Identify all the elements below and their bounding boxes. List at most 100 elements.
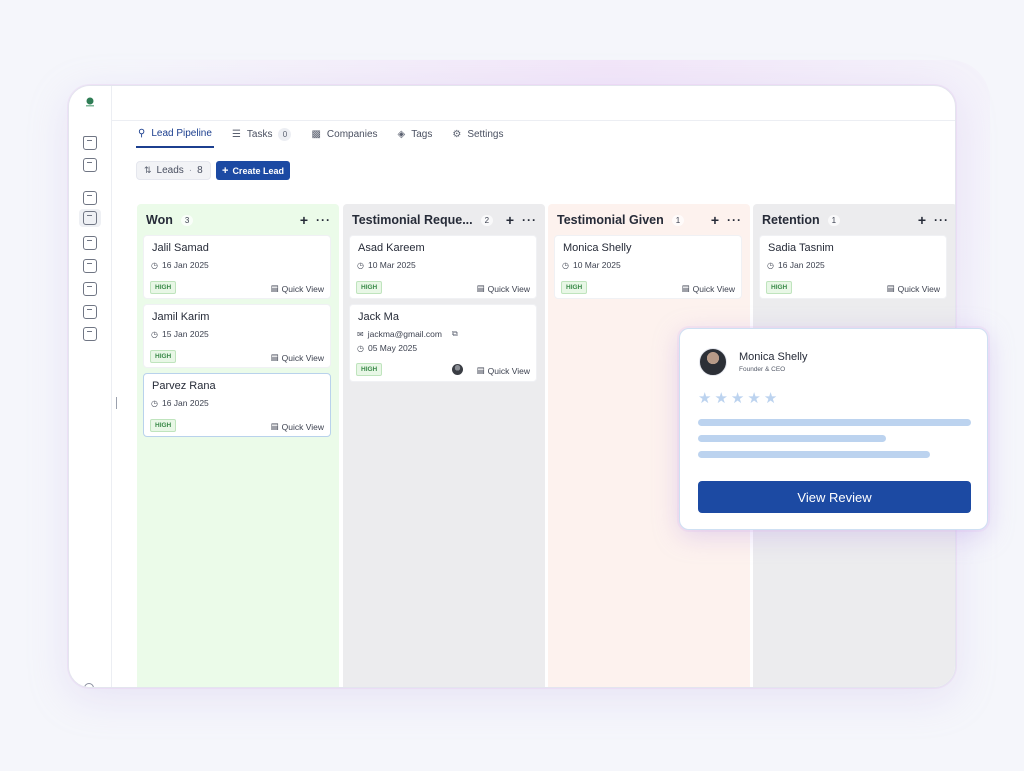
clock-icon: ◷ [767, 260, 774, 270]
lead-name: Jamil Karim [152, 311, 210, 323]
column-title: Retention [762, 213, 820, 227]
review-popup-card: Monica Shelly Founder & CEO ★ ★ ★ ★ ★ Vi… [679, 328, 988, 530]
quick-view-link[interactable]: ▤ Quick View [477, 283, 530, 294]
quick-view-link[interactable]: ▤ Quick View [271, 283, 324, 294]
pipeline-icon[interactable] [83, 211, 97, 225]
assignee-avatar [452, 364, 463, 375]
tab-tags[interactable]: ◈ Tags [396, 126, 435, 148]
column-header: Testimonial Reque... 2 + ··· [352, 212, 537, 228]
tab-label: Tags [411, 128, 433, 140]
lead-card[interactable]: Asad Kareem ◷ 10 Mar 2025 HIGH ▤ Quick V… [349, 235, 537, 299]
reviewer-role: Founder & CEO [739, 366, 786, 373]
create-lead-label: Create Lead [232, 165, 284, 176]
create-lead-button[interactable]: + Create Lead [216, 161, 290, 180]
user-search-icon: ⚲ [138, 127, 146, 139]
tab-label: Settings [467, 128, 504, 140]
document-icon: ▤ [886, 283, 895, 293]
column-count: 2 [480, 214, 494, 226]
document-icon: ▤ [476, 365, 485, 375]
priority-badge: HIGH [150, 419, 177, 432]
add-card-icon[interactable]: + [506, 212, 514, 228]
lead-card-selected[interactable]: Parvez Rana ◷ 16 Jan 2025 HIGH ▤ Quick V… [143, 373, 331, 437]
reviewer-avatar [699, 348, 727, 376]
lead-date-row: ◷ 16 Jan 2025 [151, 398, 209, 408]
clock-icon: ◷ [357, 343, 364, 353]
clock-icon: ◷ [562, 260, 569, 270]
tab-label: Companies [326, 128, 378, 140]
tab-tasks[interactable]: ☰ Tasks 0 [230, 126, 294, 148]
report-icon[interactable] [83, 305, 97, 319]
more-options-icon[interactable]: ··· [934, 213, 949, 227]
add-card-icon[interactable]: + [300, 212, 308, 228]
leads-filter-chip[interactable]: ⇅ Leads · 8 [136, 161, 211, 180]
clock-icon: ◷ [357, 260, 364, 270]
quick-view-label: Quick View [692, 283, 735, 294]
quick-view-link[interactable]: ▤ Quick View [271, 421, 324, 432]
lead-card[interactable]: Monica Shelly ◷ 10 Mar 2025 HIGH ▤ Quick… [554, 235, 742, 299]
lead-card[interactable]: Jack Ma ✉ jackma@gmail.com ⧉ ◷ 05 May 20… [349, 304, 537, 382]
review-text-placeholder [698, 419, 971, 426]
document-icon: ▤ [270, 283, 279, 293]
clipboard-icon[interactable] [83, 158, 97, 172]
lead-date: 16 Jan 2025 [777, 260, 825, 270]
star-icon: ★ [698, 390, 712, 407]
more-options-icon[interactable]: ··· [316, 213, 331, 227]
quick-view-link[interactable]: ▤ Quick View [887, 283, 940, 294]
tab-companies[interactable]: ▩ Companies [309, 126, 379, 148]
lead-date-row: ◷ 15 Jan 2025 [151, 329, 209, 339]
lead-card[interactable]: Jalil Samad ◷ 16 Jan 2025 HIGH ▤ Quick V… [143, 235, 331, 299]
star-icon: ★ [747, 390, 761, 407]
clipboard-list-icon[interactable] [83, 236, 97, 250]
tab-lead-pipeline[interactable]: ⚲ Lead Pipeline [136, 126, 214, 148]
lead-name: Jack Ma [358, 311, 399, 323]
app-logo [86, 97, 94, 107]
lead-name: Parvez Rana [152, 380, 216, 392]
help-icon[interactable] [84, 683, 94, 687]
more-options-icon[interactable]: ··· [727, 213, 742, 227]
lead-name: Jalil Samad [152, 242, 209, 254]
lead-card[interactable]: Sadia Tasnim ◷ 16 Jan 2025 HIGH ▤ Quick … [759, 235, 947, 299]
lead-email: jackma@gmail.com [367, 329, 442, 339]
column-title: Testimonial Reque... [352, 213, 473, 227]
lead-date-row: ◷ 05 May 2025 [357, 343, 417, 353]
add-card-icon[interactable]: + [918, 212, 926, 228]
tab-bar: ⚲ Lead Pipeline ☰ Tasks 0 ▩ Companies ◈ … [136, 126, 521, 150]
quick-view-link[interactable]: ▤ Quick View [477, 365, 530, 376]
document-icon: ▤ [681, 283, 690, 293]
plus-icon: + [222, 164, 229, 177]
sidebar-resize-handle[interactable] [116, 397, 117, 409]
quick-view-label: Quick View [281, 421, 324, 432]
add-card-icon[interactable]: + [711, 212, 719, 228]
copy-icon[interactable]: ⧉ [452, 329, 458, 339]
clock-icon: ◷ [151, 329, 158, 339]
lead-date: 16 Jan 2025 [161, 260, 209, 270]
lead-date: 15 Jan 2025 [161, 329, 209, 339]
quick-view-link[interactable]: ▤ Quick View [271, 352, 324, 363]
home-icon[interactable] [83, 136, 97, 150]
more-options-icon[interactable]: ··· [522, 213, 537, 227]
clipboard-check-icon[interactable] [83, 259, 97, 273]
column-title: Won [146, 213, 173, 227]
priority-badge: HIGH [356, 281, 383, 294]
view-review-button[interactable]: View Review [698, 481, 971, 513]
column-count: 1 [827, 214, 841, 226]
document-icon[interactable] [83, 282, 97, 296]
lead-email-row: ✉ jackma@gmail.com ⧉ [357, 329, 458, 339]
gear-icon: ⚙ [452, 128, 462, 140]
priority-badge: HIGH [766, 281, 793, 294]
tab-settings[interactable]: ⚙ Settings [450, 126, 505, 148]
priority-badge: HIGH [150, 281, 177, 294]
lead-date-row: ◷ 10 Mar 2025 [562, 260, 621, 270]
calendar-icon[interactable] [83, 191, 97, 205]
tab-label: Lead Pipeline [151, 127, 212, 139]
priority-badge: HIGH [561, 281, 588, 294]
quick-view-link[interactable]: ▤ Quick View [682, 283, 735, 294]
lead-date-row: ◷ 16 Jan 2025 [151, 260, 209, 270]
lead-card[interactable]: Jamil Karim ◷ 15 Jan 2025 HIGH ▤ Quick V… [143, 304, 331, 368]
lead-date: 10 Mar 2025 [367, 260, 416, 270]
column-title: Testimonial Given [557, 213, 664, 227]
reviewer-name: Monica Shelly [739, 351, 808, 363]
sidebar [69, 86, 112, 687]
top-bar [112, 86, 955, 121]
contacts-icon[interactable] [83, 327, 97, 341]
